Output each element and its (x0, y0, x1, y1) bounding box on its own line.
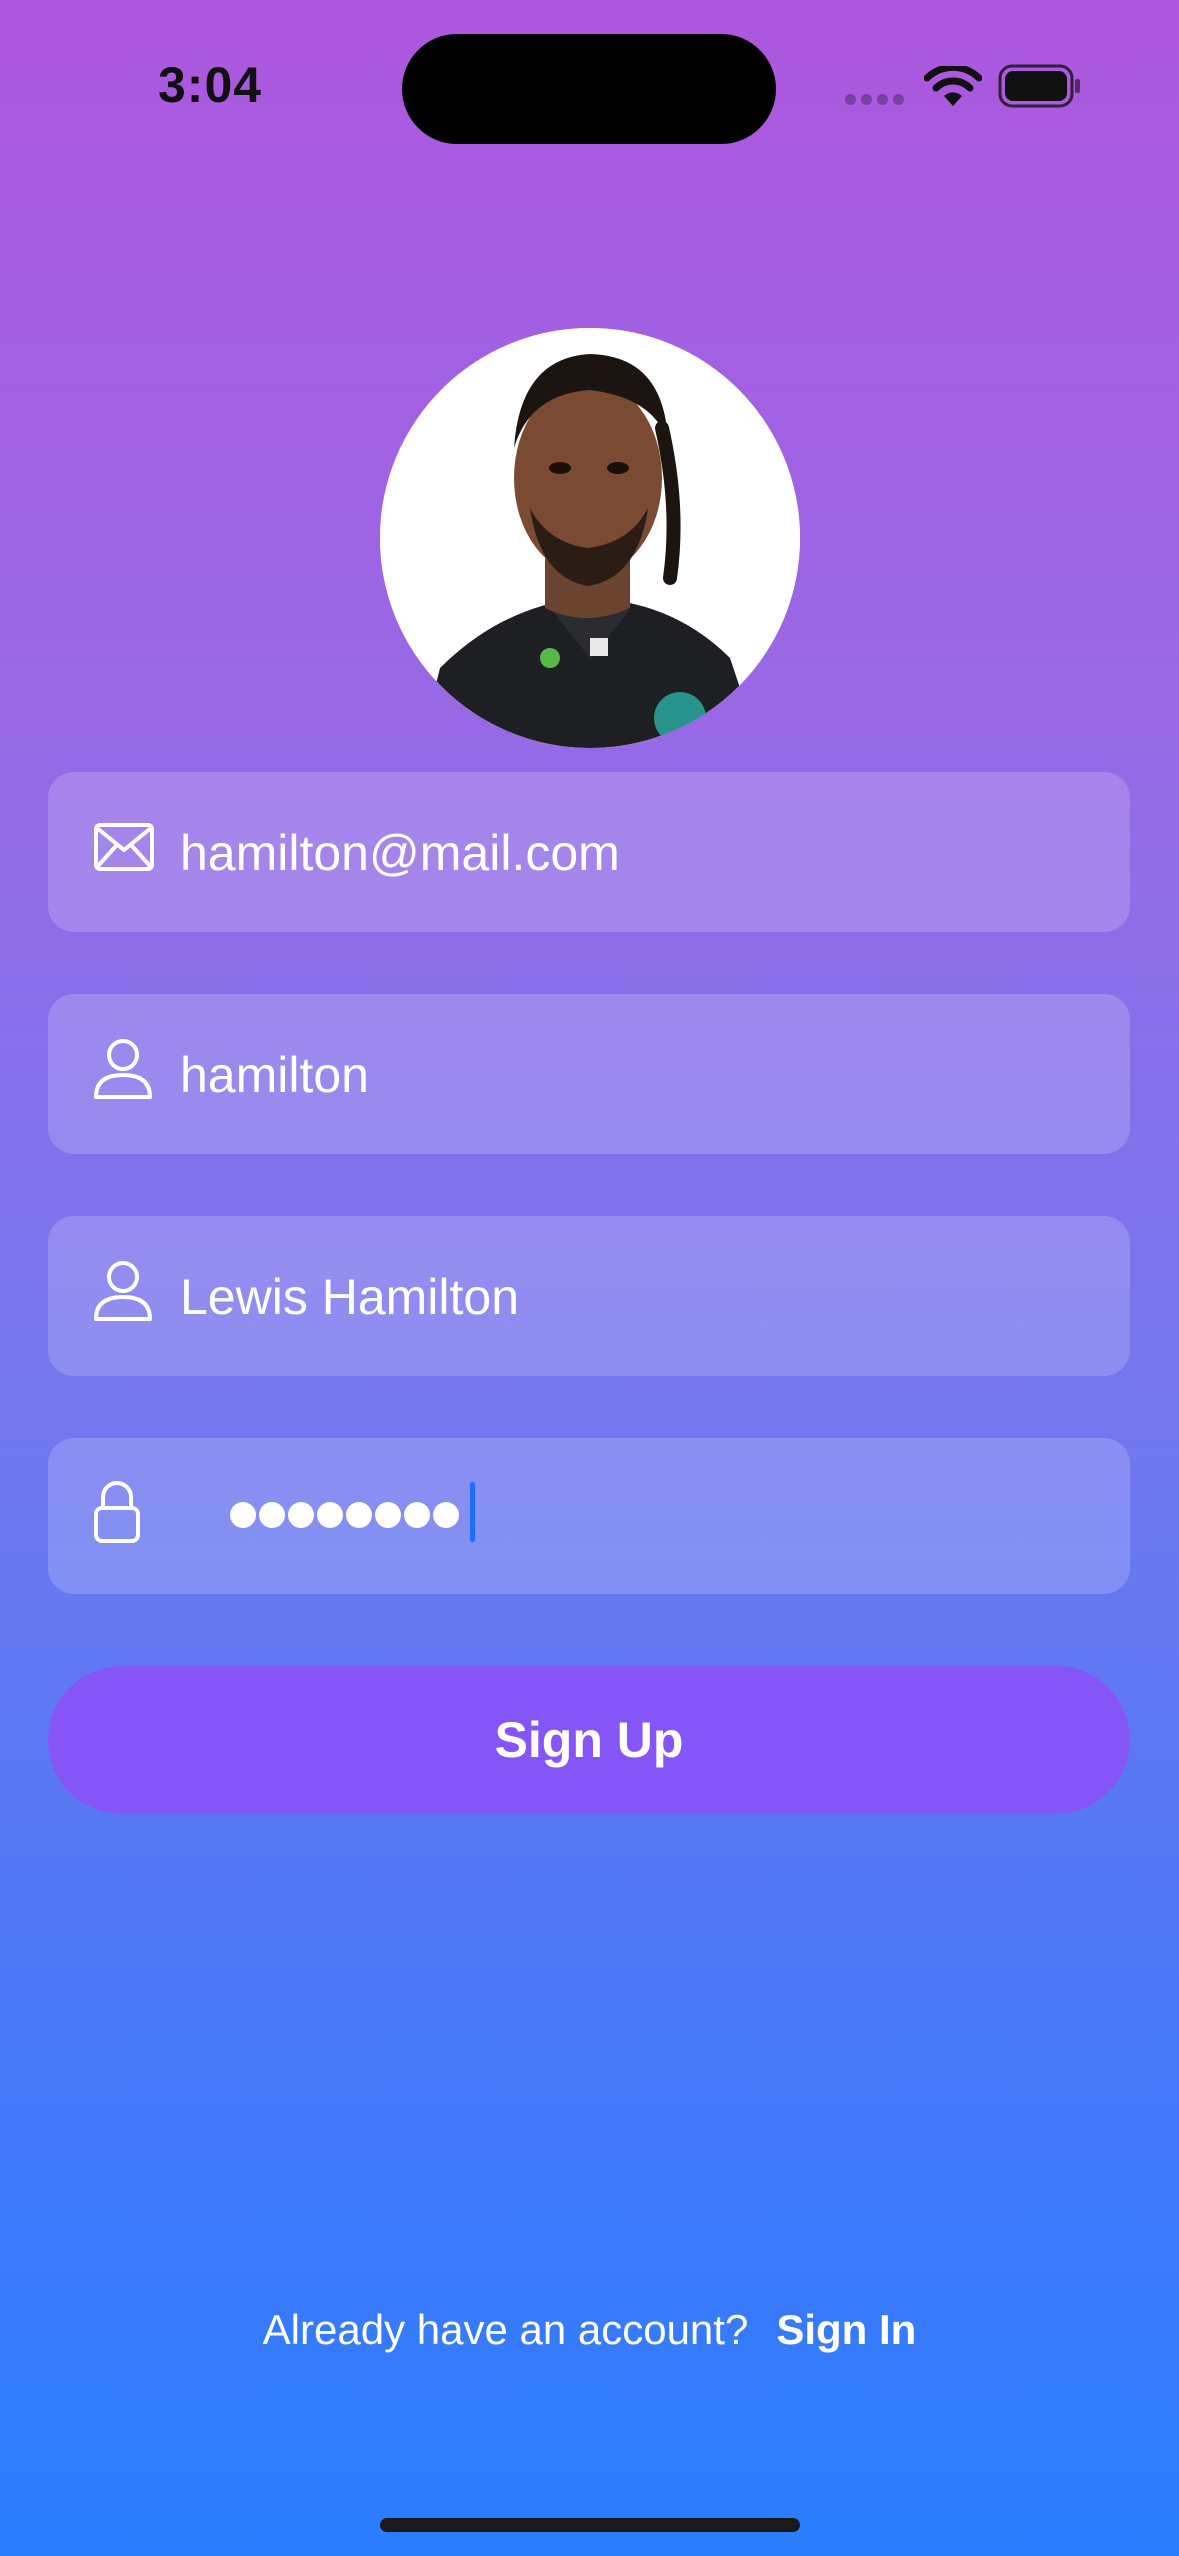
password-dot (259, 1502, 285, 1528)
email-field[interactable]: hamilton@mail.com (48, 772, 1130, 932)
password-dot (230, 1502, 256, 1528)
sign-in-link[interactable]: Sign In (776, 2306, 916, 2354)
avatar-photo (380, 328, 800, 748)
dynamic-island (402, 34, 776, 144)
signup-screen: 3:04 hamilton@mail.com hamilton Lewis Ha… (0, 0, 1179, 2556)
username-field[interactable]: hamilton (48, 994, 1130, 1154)
battery-icon (998, 64, 1080, 108)
wifi-icon (924, 66, 982, 106)
username-value: hamilton (180, 1047, 369, 1103)
password-dot (346, 1502, 372, 1528)
home-indicator[interactable] (380, 2518, 800, 2532)
password-dot (317, 1502, 343, 1528)
password-dot (433, 1502, 459, 1528)
lock-icon (94, 1481, 140, 1543)
text-caret (470, 1482, 475, 1542)
email-value: hamilton@mail.com (180, 825, 620, 881)
full-name-field[interactable]: Lewis Hamilton (48, 1216, 1130, 1376)
password-dot (288, 1502, 314, 1528)
profile-avatar[interactable] (380, 328, 800, 748)
password-field[interactable] (48, 1438, 1130, 1594)
full-name-value: Lewis Hamilton (180, 1269, 520, 1325)
envelope-icon (94, 823, 154, 871)
sign-in-prompt-text: Already have an account? (262, 2306, 749, 2353)
password-dot (404, 1502, 430, 1528)
sign-in-prompt: Already have an account? Sign In (0, 2306, 1179, 2354)
sign-up-button[interactable]: Sign Up (48, 1666, 1130, 1814)
person-icon (94, 1261, 152, 1321)
status-bar: 3:04 (0, 0, 1179, 170)
status-time: 3:04 (158, 57, 263, 113)
password-dot (375, 1502, 401, 1528)
person-icon (94, 1039, 152, 1099)
